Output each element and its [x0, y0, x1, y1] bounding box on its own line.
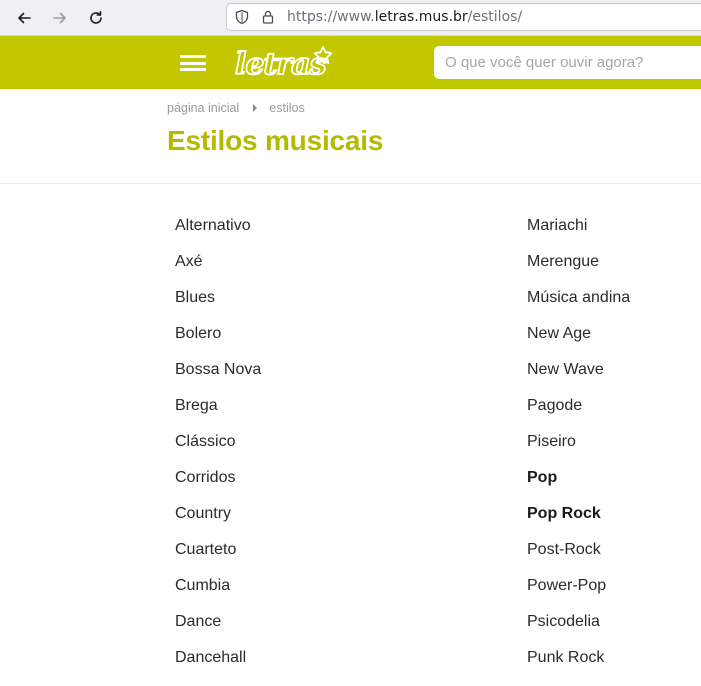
style-link[interactable]: Piseiro	[527, 424, 630, 460]
style-link[interactable]: Bossa Nova	[175, 352, 261, 388]
style-link[interactable]: Pop	[527, 460, 630, 496]
styles-list-left: Alternativo Axé Blues Bolero Bossa Nova Brega…	[175, 208, 261, 676]
style-link[interactable]: Brega	[175, 388, 261, 424]
reload-icon	[90, 11, 102, 24]
letras-logo[interactable]: letras	[234, 44, 334, 82]
style-link[interactable]: Psicodelia	[527, 604, 630, 640]
divider	[0, 183, 701, 184]
shield-icon[interactable]	[234, 9, 250, 25]
style-link[interactable]: Country	[175, 496, 261, 532]
back-button[interactable]	[12, 6, 36, 30]
lock-icon[interactable]	[260, 9, 276, 25]
logo-text: letras	[235, 47, 327, 82]
style-link[interactable]: Cumbia	[175, 568, 261, 604]
url-prefix: https://www.	[287, 9, 375, 25]
breadcrumb: página inicial estilos	[167, 101, 305, 115]
style-link[interactable]: Música andina	[527, 280, 630, 316]
reload-button[interactable]	[84, 6, 108, 30]
style-link[interactable]: New Wave	[527, 352, 630, 388]
hamburger-line	[180, 68, 206, 71]
menu-button[interactable]	[180, 55, 206, 71]
style-link[interactable]: Axé	[175, 244, 261, 280]
url-path: /estilos/	[467, 9, 523, 25]
style-link[interactable]: Dance	[175, 604, 261, 640]
style-link[interactable]: Alternativo	[175, 208, 261, 244]
hamburger-line	[180, 61, 206, 65]
address-bar[interactable]: https://www.letras.mus.br/estilos/	[226, 3, 701, 31]
style-link[interactable]: Mariachi	[527, 208, 630, 244]
style-link[interactable]: Merengue	[527, 244, 630, 280]
style-link[interactable]: Bolero	[175, 316, 261, 352]
style-link[interactable]: Corridos	[175, 460, 261, 496]
style-link[interactable]: New Age	[527, 316, 630, 352]
style-link[interactable]: Dancehall	[175, 640, 261, 676]
breadcrumb-current: estilos	[269, 101, 305, 115]
style-link[interactable]: Power-Pop	[527, 568, 630, 604]
styles-list-right: Mariachi Merengue Música andina New Age New …	[527, 208, 630, 676]
page-title: Estilos musicais	[167, 125, 384, 156]
style-link[interactable]: Clássico	[175, 424, 261, 460]
style-link[interactable]: Post-Rock	[527, 532, 630, 568]
style-link[interactable]: Pagode	[527, 388, 630, 424]
search-input[interactable]	[434, 46, 701, 79]
style-link[interactable]: Cuarteto	[175, 532, 261, 568]
url-text[interactable]: https://www.letras.mus.br/estilos/	[287, 9, 522, 25]
style-link[interactable]: Punk Rock	[527, 640, 630, 676]
arrow-left-icon	[18, 12, 31, 24]
style-link[interactable]: Pop Rock	[527, 496, 630, 532]
forward-button[interactable]	[48, 6, 72, 30]
style-link[interactable]: Blues	[175, 280, 261, 316]
chevron-right-icon	[253, 104, 258, 112]
breadcrumb-home-link[interactable]: página inicial	[167, 101, 239, 115]
browser-toolbar: https://www.letras.mus.br/estilos/	[0, 0, 701, 36]
arrow-right-icon	[53, 12, 66, 24]
hamburger-line	[180, 55, 206, 58]
url-host: letras.mus.br	[374, 9, 468, 25]
site-header: letras	[0, 36, 701, 89]
